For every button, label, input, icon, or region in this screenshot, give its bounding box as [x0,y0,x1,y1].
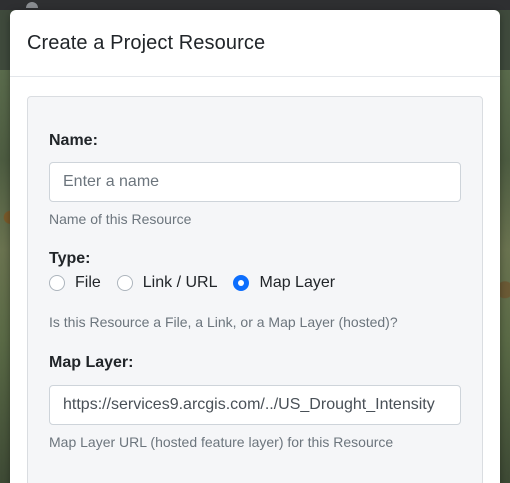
radio-file-label: File [75,274,101,291]
radio-option-file[interactable]: File [49,274,101,292]
radio-map-layer[interactable] [233,275,250,291]
type-label: Type: [49,250,91,267]
radio-link-url-label: Link / URL [142,274,218,291]
radio-map-layer-label: Map Layer [259,274,336,291]
page-backdrop: Create a Project Resource Name: Name of … [0,0,510,483]
name-input[interactable] [49,162,461,202]
type-radio-group: File Link / URL Map Layer [49,274,351,292]
radio-file[interactable] [49,275,65,291]
map-layer-url-input[interactable] [49,385,461,425]
type-help-text: Is this Resource a File, a Link, or a Ma… [49,314,398,330]
modal-title: Create a Project Resource [27,31,266,54]
map-layer-help-text: Map Layer URL (hosted feature layer) for… [49,434,394,450]
name-label: Name: [49,132,98,149]
map-layer-label: Map Layer: [49,354,134,371]
radio-option-map-layer[interactable]: Map Layer [233,274,335,292]
radio-link-url[interactable] [116,275,133,291]
resource-form: Name: Name of this Resource Type: File L… [27,96,483,483]
modal-header: Create a Project Resource [10,10,500,77]
radio-option-link-url[interactable]: Link / URL [116,274,218,292]
name-help-text: Name of this Resource [49,211,192,227]
create-resource-modal: Create a Project Resource Name: Name of … [10,10,500,483]
background-icon [26,2,38,8]
